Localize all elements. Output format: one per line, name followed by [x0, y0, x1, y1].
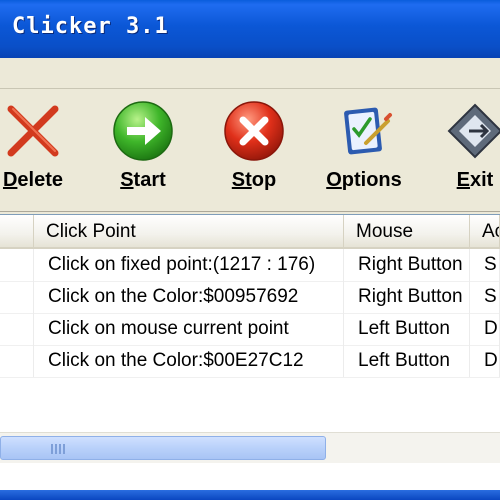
list-header: Click Point Mouse Ac	[0, 215, 500, 249]
mouse-cell: Right Button	[344, 281, 470, 313]
start-button[interactable]: Start	[104, 99, 182, 203]
options-checklist-icon	[344, 107, 392, 155]
column-header-index[interactable]	[0, 215, 34, 247]
grip-icon	[51, 444, 65, 454]
stop-x-icon	[224, 101, 284, 161]
delete-x-icon	[7, 105, 59, 157]
table-row[interactable]: Click on the Color:$00957692 Right Butto…	[0, 281, 500, 314]
column-header-action[interactable]: Ac	[470, 215, 500, 247]
menu-bar	[0, 58, 500, 89]
window-title: Clicker 3.1	[12, 14, 169, 39]
delete-label: Delete	[2, 169, 64, 191]
toolbar: Delete Start Stop Options Exit	[0, 89, 500, 212]
click-point-cell: Click on the Color:$00957692	[34, 281, 344, 313]
table-row[interactable]: Click on the Color:$00E27C12 Left Button…	[0, 345, 500, 378]
options-label: Options	[326, 169, 402, 191]
horizontal-scrollbar[interactable]	[0, 432, 500, 463]
table-row[interactable]: Click on fixed point:(1217 : 176) Right …	[0, 249, 500, 282]
row-index-cell	[0, 345, 34, 377]
table-row[interactable]: Click on mouse current point Left Button…	[0, 313, 500, 346]
row-index-cell	[0, 313, 34, 345]
action-cell: S	[470, 281, 500, 313]
action-cell: S	[470, 249, 500, 281]
start-arrow-icon	[113, 101, 173, 161]
exit-button[interactable]: Exit	[440, 99, 500, 203]
action-cell: D	[470, 313, 500, 345]
action-cell: D	[470, 345, 500, 377]
scrollbar-thumb[interactable]	[0, 436, 326, 460]
row-index-cell	[0, 249, 34, 281]
stop-button[interactable]: Stop	[215, 99, 293, 203]
column-header-mouse[interactable]: Mouse	[344, 215, 470, 247]
title-bar[interactable]: Clicker 3.1	[0, 0, 500, 58]
column-header-click-point[interactable]: Click Point	[34, 215, 344, 247]
mouse-cell: Left Button	[344, 313, 470, 345]
delete-button[interactable]: Delete	[0, 99, 72, 203]
row-index-cell	[0, 281, 34, 313]
mouse-cell: Left Button	[344, 345, 470, 377]
mouse-cell: Right Button	[344, 249, 470, 281]
exit-icon	[447, 103, 500, 159]
window-frame-bottom	[0, 490, 500, 500]
options-button[interactable]: Options	[322, 99, 406, 203]
stop-label: Stop	[231, 169, 277, 191]
click-point-cell: Click on mouse current point	[34, 313, 344, 345]
click-point-cell: Click on the Color:$00E27C12	[34, 345, 344, 377]
click-point-cell: Click on fixed point:(1217 : 176)	[34, 249, 344, 281]
exit-label: Exit	[456, 169, 494, 191]
start-label: Start	[120, 169, 166, 191]
